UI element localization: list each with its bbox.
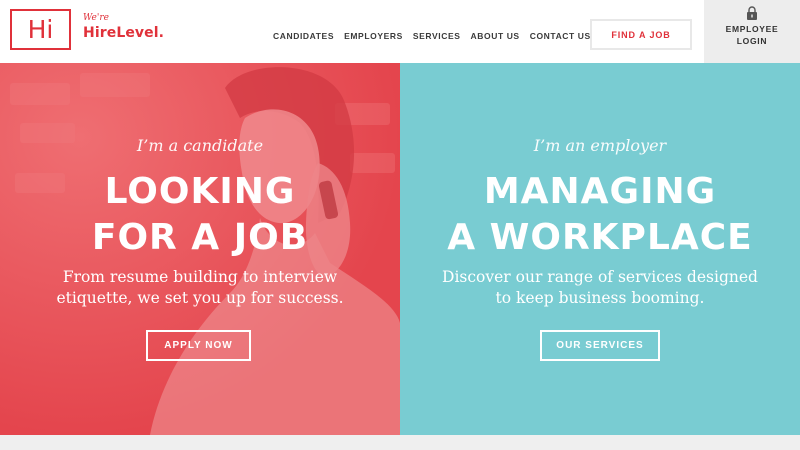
footer-strip	[0, 435, 800, 450]
main-nav: CANDIDATES EMPLOYERS SERVICES ABOUT US C…	[273, 31, 601, 41]
site-header: Hi We're HireLevel. CANDIDATES EMPLOYERS…	[0, 0, 800, 63]
nav-item-candidates[interactable]: CANDIDATES	[273, 31, 334, 41]
apply-now-button[interactable]: APPLY NOW	[146, 330, 251, 361]
employee-login-label: EMPLOYEE LOGIN	[725, 24, 779, 46]
find-a-job-button[interactable]: FIND A JOB	[590, 19, 692, 50]
candidate-headline-line-1: LOOKING	[104, 171, 296, 212]
candidate-content: I’m a candidate LOOKING FOR A JOB From r…	[0, 63, 400, 435]
employer-content: I’m an employer MANAGING A WORKPLACE Dis…	[400, 63, 800, 435]
nav-item-about-us[interactable]: ABOUT US	[471, 31, 520, 41]
candidate-headline: LOOKING FOR A JOB	[0, 169, 400, 261]
candidate-headline-line-2: FOR A JOB	[91, 217, 309, 258]
employer-eyebrow: I’m an employer	[533, 136, 667, 155]
logo-tagline: We're	[83, 13, 109, 23]
nav-item-services[interactable]: SERVICES	[413, 31, 461, 41]
employee-login-button[interactable]: EMPLOYEE LOGIN	[704, 0, 800, 63]
logo-name[interactable]: HireLevel.	[83, 25, 164, 41]
nav-item-employers[interactable]: EMPLOYERS	[344, 31, 403, 41]
candidate-description: From resume building to interview etique…	[40, 267, 360, 309]
logo-mark[interactable]: Hi	[10, 9, 71, 50]
our-services-button[interactable]: OUR SERVICES	[540, 330, 660, 361]
employer-panel: I’m an employer MANAGING A WORKPLACE Dis…	[400, 63, 800, 435]
candidate-eyebrow: I’m a candidate	[136, 136, 264, 155]
candidate-panel: I’m a candidate LOOKING FOR A JOB From r…	[0, 63, 400, 435]
employer-description: Discover our range of services designed …	[440, 267, 760, 309]
logo-mark-text: Hi	[27, 15, 54, 44]
employer-description-line-1: Discover our range of services designed	[442, 268, 758, 286]
employer-headline: MANAGING A WORKPLACE	[400, 169, 800, 261]
candidate-description-line-1: From resume building to interview	[62, 268, 338, 286]
employer-description-line-2: to keep business booming.	[495, 289, 705, 307]
employer-headline-line-1: MANAGING	[483, 171, 717, 212]
candidate-description-line-2: etiquette, we set you up for success.	[56, 289, 344, 307]
employer-headline-line-2: A WORKPLACE	[447, 217, 753, 258]
nav-item-contact-us[interactable]: CONTACT US	[530, 31, 591, 41]
lock-icon	[747, 6, 757, 20]
